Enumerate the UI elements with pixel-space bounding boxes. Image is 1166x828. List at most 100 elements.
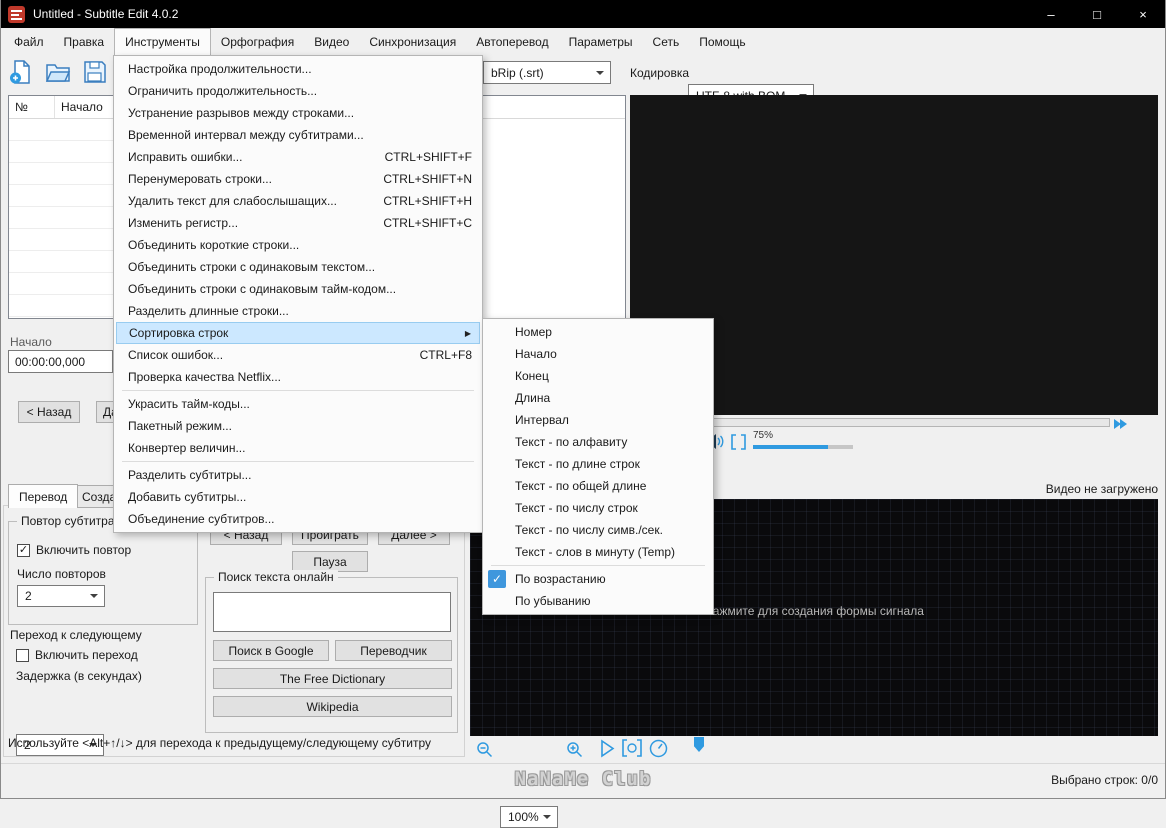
play-selection-icon[interactable] xyxy=(622,739,642,757)
menu-item-label: Сортировка строк xyxy=(129,326,229,340)
sort-submenu-item-12[interactable]: ✓ По возрастанию xyxy=(483,568,713,590)
menu-item-label: Текст - слов в минуту (Temp) xyxy=(515,545,675,559)
format-select[interactable]: bRip (.srt) xyxy=(483,61,611,84)
zoom-out-icon[interactable] xyxy=(476,741,493,758)
sort-submenu-item-9[interactable]: Текст - по числу симв./сек. xyxy=(483,519,713,541)
tools-menu-item-13[interactable]: Список ошибок... CTRL+F8 xyxy=(114,344,482,366)
menubar-item-2[interactable]: Инструменты xyxy=(114,28,211,55)
empty-row-grid xyxy=(9,119,113,318)
menu-item-label: Пакетный режим... xyxy=(128,419,232,433)
tab-translate[interactable]: Перевод xyxy=(8,484,79,508)
repeat-count-value: 2 xyxy=(25,589,32,603)
column-header-start[interactable]: Начало xyxy=(55,96,121,118)
menu-item-shortcut: CTRL+SHIFT+H xyxy=(383,194,472,208)
translator-button[interactable]: Переводчик xyxy=(335,640,452,661)
open-file-button[interactable] xyxy=(43,57,73,87)
sort-submenu-item-13[interactable]: По убыванию xyxy=(483,590,713,612)
menubar-item-1[interactable]: Правка xyxy=(54,28,115,55)
menubar-item-6[interactable]: Автоперевод xyxy=(466,28,558,55)
sort-submenu-item-1[interactable]: Начало xyxy=(483,343,713,365)
free-dictionary-button[interactable]: The Free Dictionary xyxy=(213,668,452,689)
menubar-item-7[interactable]: Параметры xyxy=(559,28,643,55)
position-marker-icon[interactable] xyxy=(694,737,704,752)
video-not-loaded-label: Видео не загружено xyxy=(1045,482,1158,496)
tools-menu-item-2[interactable]: Устранение разрывов между строками... xyxy=(114,102,482,124)
toolbar xyxy=(6,57,110,87)
tools-menu-item-22[interactable]: Объединение субтитров... xyxy=(114,508,482,530)
menu-item-label: Изменить регистр... xyxy=(128,216,239,230)
tools-menu-item-1[interactable]: Ограничить продолжительность... xyxy=(114,80,482,102)
menubar-item-5[interactable]: Синхронизация xyxy=(359,28,466,55)
menu-item-label: Ограничить продолжительность... xyxy=(128,84,318,98)
brackets-icon[interactable] xyxy=(731,434,746,450)
column-header-number[interactable]: № xyxy=(9,96,55,118)
waveform-zoom-select[interactable]: 100% xyxy=(500,806,558,828)
menu-item-label: Проверка качества Netflix... xyxy=(128,370,282,384)
online-search-input[interactable] xyxy=(213,592,451,632)
menu-item-label: Конец xyxy=(515,369,549,383)
speed-gauge-icon[interactable] xyxy=(649,739,668,758)
sort-submenu-item-2[interactable]: Конец xyxy=(483,365,713,387)
new-file-button[interactable] xyxy=(6,57,36,87)
maximize-button[interactable]: □ xyxy=(1074,0,1120,28)
tools-menu-item-16[interactable]: Украсить тайм-коды... xyxy=(114,393,482,415)
menubar-item-3[interactable]: Орфография xyxy=(211,28,304,55)
tools-menu-item-18[interactable]: Конвертер величин... xyxy=(114,437,482,459)
menu-item-label: Список ошибок... xyxy=(128,348,224,362)
sort-submenu-item-3[interactable]: Длина xyxy=(483,387,713,409)
checkbox-unchecked-icon xyxy=(16,648,29,662)
sort-submenu-item-5[interactable]: Текст - по алфавиту xyxy=(483,431,713,453)
google-search-button[interactable]: Поиск в Google xyxy=(213,640,329,661)
tools-menu-item-9[interactable]: Объединить строки с одинаковым текстом..… xyxy=(114,256,482,278)
sort-submenu-item-10[interactable]: Текст - слов в минуту (Temp) xyxy=(483,541,713,563)
save-button[interactable] xyxy=(80,57,110,87)
menu-item-shortcut: CTRL+SHIFT+N xyxy=(383,172,472,186)
minimize-button[interactable]: – xyxy=(1028,0,1074,28)
previous-subtitle-button[interactable]: < Назад xyxy=(18,401,80,423)
submenu-arrow-icon: ▶ xyxy=(464,328,471,338)
zoom-in-icon[interactable] xyxy=(566,741,583,758)
sort-submenu-item-0[interactable]: Номер xyxy=(483,321,713,343)
tools-menu-item-7[interactable]: Изменить регистр... CTRL+SHIFT+C xyxy=(114,212,482,234)
tools-menu-item-8[interactable]: Объединить короткие строки... xyxy=(114,234,482,256)
window-controls: – □ × xyxy=(1028,0,1166,28)
tools-menu-item-14[interactable]: Проверка качества Netflix... xyxy=(114,366,482,388)
sort-submenu-item-4[interactable]: Интервал xyxy=(483,409,713,431)
tools-menu-item-4[interactable]: Исправить ошибки... CTRL+SHIFT+F xyxy=(114,146,482,168)
tools-menu-item-0[interactable]: Настройка продолжительности... xyxy=(114,58,482,80)
tools-menu-item-11[interactable]: Разделить длинные строки... xyxy=(114,300,482,322)
sort-submenu: Номер Начало Конец Длина Интервал Текст - по … xyxy=(482,318,714,615)
menubar-item-4[interactable]: Видео xyxy=(304,28,359,55)
menu-item-label: По убыванию xyxy=(515,594,591,608)
wikipedia-button[interactable]: Wikipedia xyxy=(213,696,452,717)
sort-submenu-item-7[interactable]: Текст - по общей длине xyxy=(483,475,713,497)
tools-menu-item-20[interactable]: Разделить субтитры... xyxy=(114,464,482,486)
menu-item-label: Текст - по числу строк xyxy=(515,501,638,515)
menu-item-label: По возрастанию xyxy=(515,572,606,586)
menu-item-shortcut: CTRL+F8 xyxy=(419,348,472,362)
tools-menu-item-17[interactable]: Пакетный режим... xyxy=(114,415,482,437)
menu-item-label: Объединение субтитров... xyxy=(128,512,275,526)
tools-menu-item-12[interactable]: Сортировка строк ▶ xyxy=(116,322,480,344)
sort-submenu-item-8[interactable]: Текст - по числу строк xyxy=(483,497,713,519)
tools-menu-item-5[interactable]: Перенумеровать строки... CTRL+SHIFT+N xyxy=(114,168,482,190)
close-button[interactable]: × xyxy=(1120,0,1166,28)
enable-repeat-checkbox[interactable]: ✓ Включить повтор xyxy=(17,543,131,557)
menubar-item-9[interactable]: Помощь xyxy=(689,28,755,55)
enable-advance-checkbox[interactable]: Включить переход xyxy=(16,648,138,662)
start-time-input[interactable]: 00:00:00,000 xyxy=(8,350,113,373)
menu-item-label: Текст - по длине строк xyxy=(515,457,640,471)
fast-forward-icon[interactable] xyxy=(1114,418,1132,432)
tools-menu-item-6[interactable]: Удалить текст для слабослышащих... CTRL+S… xyxy=(114,190,482,212)
repeat-count-select[interactable]: 2 xyxy=(17,585,105,607)
tools-menu-item-21[interactable]: Добавить субтитры... xyxy=(114,486,482,508)
menu-item-shortcut: CTRL+SHIFT+C xyxy=(383,216,472,230)
playback-pause-button[interactable]: Пауза xyxy=(292,551,368,572)
tools-menu-item-3[interactable]: Временной интервал между субтитрами... xyxy=(114,124,482,146)
tools-menu-item-10[interactable]: Объединить строки с одинаковым тайм-кодо… xyxy=(114,278,482,300)
volume-slider[interactable] xyxy=(753,445,853,449)
menubar-item-8[interactable]: Сеть xyxy=(643,28,690,55)
sort-submenu-item-6[interactable]: Текст - по длине строк xyxy=(483,453,713,475)
play-icon[interactable] xyxy=(599,739,615,758)
menubar-item-0[interactable]: Файл xyxy=(4,28,54,55)
